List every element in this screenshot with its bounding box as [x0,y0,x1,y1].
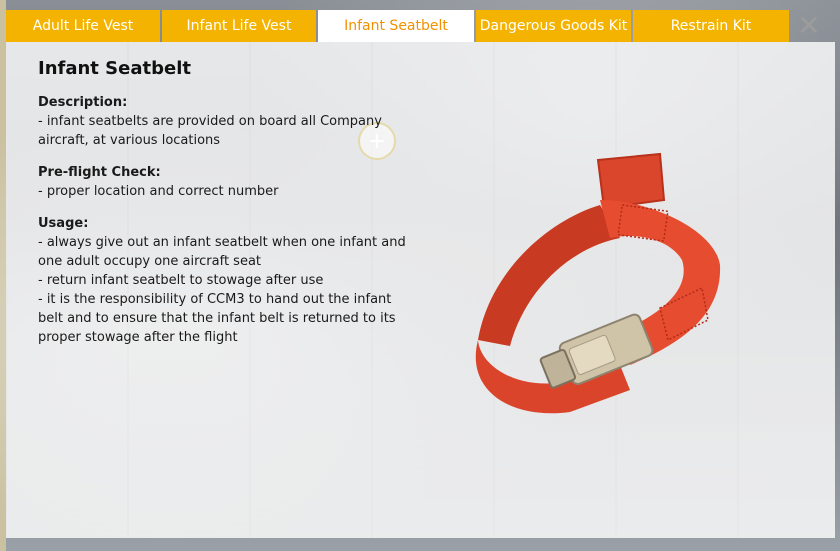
belt-loop [596,152,666,210]
description-line: aircraft, at various locations [38,133,221,148]
usage-line: - it is the responsibility of CCM3 to ha… [38,292,392,307]
infant-seatbelt-image [475,152,721,414]
usage-section: Usage: - always give out an infant seatb… [38,214,413,347]
usage-heading: Usage: [38,216,89,231]
preflight-section: Pre-flight Check: - proper location and … [38,163,413,201]
usage-line: one adult occupy one aircraft seat [38,254,262,269]
usage-line: proper stowage after the flight [38,330,238,345]
description-line: - infant seatbelts are provided on board… [38,114,382,129]
close-icon[interactable]: ✕ [793,10,825,42]
tab-bar: Adult Life Vest Infant Life Vest Infant … [6,10,789,42]
tab-restrain-kit[interactable]: Restrain Kit [633,10,789,42]
usage-line: - always give out an infant seatbelt whe… [38,235,406,250]
description-section: Description: - infant seatbelts are prov… [38,93,413,150]
description-heading: Description: [38,95,128,110]
usage-line: - return infant seatbelt to stowage afte… [38,273,324,288]
page-title: Infant Seatbelt [38,58,191,79]
tab-adult-life-vest[interactable]: Adult Life Vest [6,10,160,42]
tab-infant-life-vest[interactable]: Infant Life Vest [162,10,316,42]
tab-dangerous-goods-kit[interactable]: Dangerous Goods Kit [476,10,631,42]
preflight-line: - proper location and correct number [38,184,279,199]
info-text: Description: - infant seatbelts are prov… [38,93,413,360]
tab-infant-seatbelt[interactable]: Infant Seatbelt [318,10,474,42]
usage-line: belt and to ensure that the infant belt … [38,311,396,326]
belt-strap-back [478,205,620,346]
preflight-heading: Pre-flight Check: [38,165,161,180]
